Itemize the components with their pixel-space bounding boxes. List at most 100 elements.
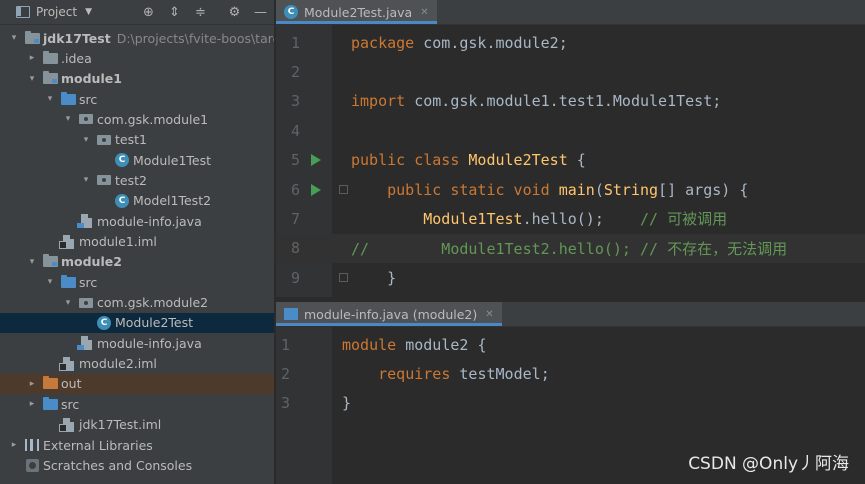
- code-line[interactable]: 1 package com.gsk.module2;: [276, 28, 865, 57]
- tree-item[interactable]: ›module2.iml: [0, 354, 274, 374]
- code-line[interactable]: 6 public static void main(String[] args)…: [276, 175, 865, 204]
- code-line[interactable]: 3 import com.gsk.module1.test1.Module1Tes…: [276, 87, 865, 116]
- chevron-down-icon[interactable]: ▾: [62, 298, 74, 308]
- chevron-down-icon[interactable]: ▼: [85, 7, 92, 17]
- minimize-icon[interactable]: —: [253, 5, 268, 20]
- code-token: (: [594, 180, 604, 199]
- chevron-down-icon[interactable]: ▾: [80, 175, 92, 185]
- chevron-right-icon[interactable]: ▸: [26, 379, 38, 389]
- java-file-icon: [76, 336, 94, 351]
- tab-module-info[interactable]: module-info.java (module2) ✕: [276, 302, 502, 326]
- tree-item-label: test1: [115, 132, 147, 148]
- tree-item[interactable]: ▸ out: [0, 373, 274, 394]
- locate-icon[interactable]: ⊕: [141, 5, 156, 20]
- tree-item[interactable]: ›module-info.java: [0, 211, 274, 231]
- code-editor-top[interactable]: 1 package com.gsk.module2; 2 3 import com.gs…: [276, 25, 865, 297]
- excluded-folder-icon: [42, 376, 58, 391]
- tree-item-label: Model1Test2: [133, 193, 212, 209]
- close-icon[interactable]: ✕: [485, 309, 493, 320]
- folder-icon: [42, 254, 58, 269]
- code-line[interactable]: 7 Module1Test.hello(); // 可被调用: [276, 204, 865, 233]
- chevron-down-icon[interactable]: ▾: [62, 114, 74, 124]
- code-line[interactable]: 5 public class Module2Test {: [276, 146, 865, 175]
- tree-item[interactable]: ›module-info.java: [0, 333, 274, 353]
- code-line[interactable]: 9 }: [276, 263, 865, 292]
- tree-item[interactable]: ▾ module2: [0, 252, 274, 272]
- tree-item-label: src: [79, 274, 98, 290]
- tree-item[interactable]: ▾ com.gsk.module2: [0, 293, 274, 313]
- tree-item[interactable]: ▾ src: [0, 272, 274, 292]
- chevron-down-icon[interactable]: ▾: [8, 33, 20, 43]
- code-line[interactable]: 3}: [276, 389, 865, 418]
- chevron-down-icon[interactable]: ▾: [26, 257, 38, 267]
- folder-icon: [42, 71, 58, 86]
- chevron-right-icon[interactable]: ▸: [26, 399, 38, 409]
- line-number: 4: [290, 121, 300, 140]
- project-toolbar: Project ▼ ⊕ ⇕ ≑ ⚙ —: [0, 0, 274, 25]
- project-view-selector[interactable]: Project: [36, 5, 77, 19]
- gear-icon[interactable]: ⚙: [227, 5, 242, 20]
- line-number: 9: [290, 268, 300, 287]
- tree-item[interactable]: ›CModule2Test: [0, 312, 274, 333]
- fold-marker-icon[interactable]: [339, 273, 348, 283]
- tree-item[interactable]: ▾ module1: [0, 69, 274, 89]
- line-number: 2: [290, 62, 300, 81]
- chevron-down-icon[interactable]: ▾: [26, 74, 38, 84]
- code-text: // Module1Test2.hello(); // 不存在，无法调用: [351, 238, 787, 259]
- tree-item[interactable]: ›jdk17Test.iml: [0, 415, 274, 435]
- code-token: String: [603, 180, 659, 199]
- code-line[interactable]: 8 // Module1Test2.hello(); // 不存在，无法调用: [276, 233, 865, 263]
- code-line[interactable]: 1 module module2 {: [276, 330, 865, 359]
- package-icon: [96, 133, 112, 147]
- tree-item[interactable]: ›CModel1Test2: [0, 191, 274, 211]
- class-icon: C: [114, 193, 130, 208]
- tree-item[interactable]: ›module1.iml: [0, 232, 274, 252]
- run-icon[interactable]: [311, 183, 321, 196]
- folder-icon: [24, 30, 40, 45]
- tree-item[interactable]: ▸ .idea: [0, 48, 274, 68]
- iml-file-icon: [58, 356, 76, 371]
- tree-item[interactable]: ▾ com.gsk.module1: [0, 109, 274, 129]
- run-icon[interactable]: [311, 154, 321, 167]
- code-token: // Module1Test2.hello(); // 不存在，无法调用: [351, 239, 788, 258]
- package-icon: [96, 173, 112, 187]
- tree-item[interactable]: ▾ test2: [0, 170, 274, 190]
- tree-item[interactable]: ▸ External Libraries: [0, 435, 274, 455]
- code-token: com.gsk.module1.test1.Module1Test: [414, 92, 713, 111]
- package-icon: [78, 112, 94, 126]
- line-number: 6: [290, 180, 300, 199]
- tree-item[interactable]: ▾ test1: [0, 130, 274, 150]
- code-token: {: [468, 335, 487, 354]
- source-folder-icon: [60, 91, 76, 106]
- code-token: Module1Test: [423, 210, 523, 229]
- tree-item-label: src: [61, 396, 80, 412]
- code-token: }: [342, 394, 352, 413]
- tab-module2test[interactable]: C Module2Test.java ✕: [276, 0, 437, 24]
- tree-item[interactable]: ▾ jdk17Test D:\projects\fvite-boos\targ: [0, 28, 274, 48]
- close-icon[interactable]: ✕: [420, 7, 428, 18]
- code-token: // 可被调用: [640, 210, 728, 229]
- tree-item[interactable]: ›CModule1Test: [0, 150, 274, 170]
- chevron-right-icon[interactable]: ▸: [8, 440, 20, 450]
- fold-marker-icon[interactable]: [339, 185, 348, 194]
- chevron-down-icon[interactable]: ▾: [44, 94, 56, 104]
- tree-item[interactable]: ›Scratches and Consoles: [0, 455, 274, 475]
- chevron-down-icon[interactable]: ▾: [44, 277, 56, 287]
- code-line[interactable]: 2 requires testModel;: [276, 359, 865, 388]
- code-token: requires: [378, 364, 460, 383]
- line-number: 8: [290, 239, 300, 258]
- tree-item-label: module2: [61, 254, 122, 270]
- tree-item-label: module2.iml: [79, 356, 157, 372]
- collapse-all-icon[interactable]: ≑: [193, 5, 208, 20]
- code-line[interactable]: 2: [276, 57, 865, 86]
- line-number: 2: [280, 364, 290, 383]
- expand-all-icon[interactable]: ⇕: [167, 5, 182, 20]
- tree-item[interactable]: ▸ src: [0, 394, 274, 414]
- code-text: Module1Test.hello(); // 可被调用: [351, 208, 727, 229]
- tree-item-label: module1.iml: [79, 234, 157, 249]
- tree-item[interactable]: ▾ src: [0, 89, 274, 109]
- chevron-down-icon[interactable]: ▾: [80, 135, 92, 145]
- chevron-right-icon[interactable]: ▸: [26, 53, 38, 63]
- code-line[interactable]: 4: [276, 116, 865, 145]
